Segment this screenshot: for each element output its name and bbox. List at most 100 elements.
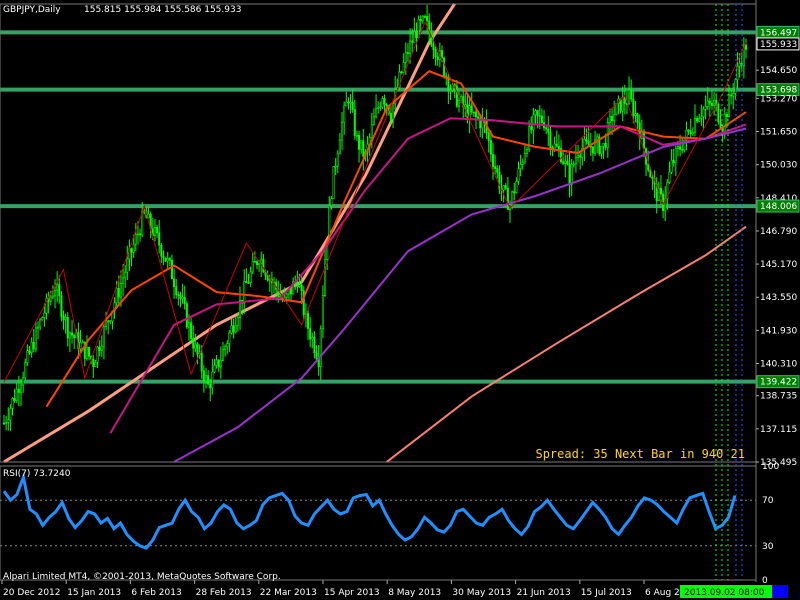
- candle-body: [109, 320, 112, 323]
- candle-body: [343, 105, 346, 123]
- candle-body: [156, 227, 159, 234]
- zigzag-line: [3, 20, 747, 383]
- candle-body: [402, 62, 405, 73]
- candle-body: [696, 118, 699, 122]
- candle-body: [562, 161, 565, 164]
- candle-body: [579, 155, 582, 158]
- candle-body: [321, 295, 324, 330]
- candle-body: [105, 320, 108, 327]
- candle-body: [725, 113, 728, 118]
- candle-body: [219, 360, 222, 368]
- candle-body: [98, 346, 101, 351]
- candle-body: [262, 258, 265, 273]
- candle-body: [513, 191, 516, 194]
- candle-body: [547, 128, 550, 133]
- candle-body: [217, 359, 220, 368]
- candle-body: [355, 134, 358, 137]
- candle-body: [536, 110, 539, 116]
- candle-body: [611, 116, 614, 122]
- price-tick-label: 140.310: [760, 360, 797, 370]
- candle-body: [139, 233, 142, 236]
- candle-body: [381, 98, 384, 108]
- candle-body: [506, 187, 509, 210]
- candle-body: [102, 326, 105, 347]
- candle-body: [679, 146, 682, 150]
- time-tick-label: 20 Dec 2012: [3, 588, 61, 598]
- chart-canvas: 10070300 156.497155.933154.650153.698153…: [0, 0, 800, 598]
- candle-body: [334, 165, 337, 168]
- candle-body: [389, 113, 392, 120]
- candle-body: [700, 116, 703, 119]
- candle-body: [68, 332, 71, 339]
- candle-body: [162, 255, 165, 259]
- candle-body: [319, 328, 322, 368]
- price-tick-label: 156.497: [760, 28, 797, 38]
- candle-body: [132, 243, 135, 253]
- candle-body: [187, 322, 190, 328]
- candle-body: [730, 94, 733, 97]
- candle-body: [2, 422, 5, 425]
- candle-body: [375, 108, 378, 118]
- scroll-marker[interactable]: [772, 585, 788, 598]
- candle-body: [372, 116, 375, 126]
- candle-body: [245, 280, 248, 283]
- candle-body: [659, 187, 662, 195]
- candle-body: [230, 325, 233, 334]
- candle-body: [160, 244, 163, 257]
- candle-body: [54, 289, 57, 297]
- candle-body: [311, 337, 314, 340]
- rsi-tick-label: 30: [762, 542, 774, 552]
- candle-body: [251, 261, 254, 273]
- candle-body: [26, 350, 29, 363]
- candle-body: [600, 145, 603, 155]
- candle-body: [211, 371, 214, 389]
- candle-body: [370, 124, 373, 138]
- candle-body: [455, 85, 458, 107]
- candle-body: [362, 140, 365, 157]
- candle-body: [315, 352, 318, 360]
- candle-body: [332, 166, 335, 200]
- candle-body: [9, 408, 12, 421]
- candle-body: [515, 181, 518, 193]
- candle-body: [708, 100, 711, 104]
- candle-body: [37, 326, 40, 329]
- time-tick-label: 15 Jan 2013: [67, 588, 121, 598]
- candle-body: [494, 166, 497, 169]
- candle-body: [436, 56, 439, 61]
- candle-body: [330, 198, 333, 206]
- rsi-frame: [0, 465, 757, 581]
- candle-body: [338, 139, 341, 155]
- candle-body: [39, 319, 42, 328]
- price-tick-label: 155.933: [760, 40, 797, 50]
- candle-body: [732, 92, 735, 97]
- candle-body: [202, 370, 205, 382]
- time-tick-label: 8 May 2013: [388, 588, 441, 598]
- trend-channel-line: [3, 2, 456, 464]
- candle-body: [583, 139, 586, 149]
- candle-body: [258, 263, 261, 266]
- candle-body: [423, 16, 426, 18]
- candle-body: [585, 139, 588, 142]
- candle-body: [268, 278, 271, 281]
- candle-body: [60, 295, 63, 317]
- time-tick-label: 28 Feb 2013: [196, 588, 252, 598]
- candle-body: [472, 111, 475, 114]
- candle-body: [207, 375, 210, 385]
- candle-body: [260, 258, 263, 264]
- candle-body: [232, 325, 235, 333]
- candle-body: [734, 79, 737, 94]
- candle-body: [134, 234, 137, 245]
- candle-body: [400, 71, 403, 74]
- candle-body: [572, 163, 575, 166]
- price-tick-label: 148.006: [760, 202, 797, 212]
- candle-body: [470, 105, 473, 113]
- candle-body: [247, 282, 250, 284]
- candle-body: [107, 320, 110, 323]
- candle-body: [532, 114, 535, 131]
- candle-body: [17, 388, 20, 393]
- candle-body: [115, 288, 118, 304]
- moving-average-slow: [173, 127, 747, 463]
- candle-body: [179, 294, 182, 299]
- candle-body: [676, 146, 679, 149]
- candle-body: [32, 342, 35, 350]
